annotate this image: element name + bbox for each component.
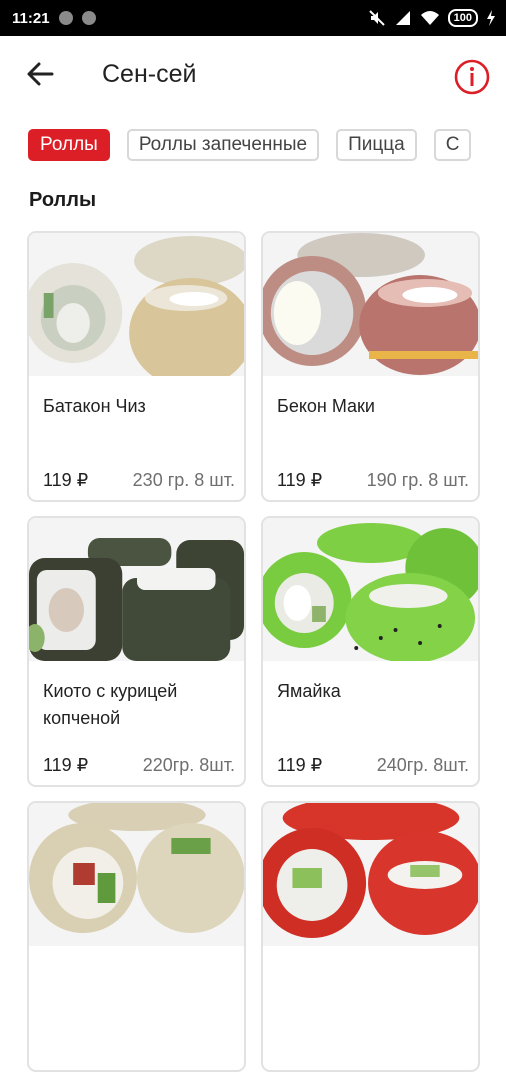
product-weight: 240гр. 8шт. xyxy=(376,755,469,775)
product-name: Киото с курицей копченой xyxy=(43,681,178,728)
category-tabs: Роллы Роллы запеченные Пицца С xyxy=(28,129,506,161)
notification-icon xyxy=(58,11,73,25)
product-weight: 230 гр. 8 шт. xyxy=(132,470,235,490)
info-icon[interactable] xyxy=(453,58,491,96)
product-card[interactable]: Ямайка 119 ₽ 240гр. 8шт. xyxy=(261,516,480,787)
status-bar: 11:21 100 xyxy=(0,0,506,36)
page-title: Сен-сей xyxy=(102,60,197,88)
product-name: Ямайка xyxy=(277,681,341,701)
product-price: 119 ₽ xyxy=(43,470,89,490)
mute-icon xyxy=(368,10,385,26)
back-arrow-icon[interactable] xyxy=(24,58,56,90)
tab-rolls[interactable]: Роллы xyxy=(28,129,110,161)
product-image xyxy=(263,803,478,946)
product-image xyxy=(263,518,478,661)
product-image xyxy=(29,803,244,946)
battery-indicator: 100 xyxy=(447,9,478,27)
status-right: 100 xyxy=(368,9,496,27)
charging-icon xyxy=(487,10,495,26)
status-time: 11:21 xyxy=(12,9,50,27)
signal-icon xyxy=(395,11,410,25)
product-price: 119 ₽ xyxy=(43,755,89,775)
product-card[interactable] xyxy=(27,801,246,1072)
tab-baked-rolls[interactable]: Роллы запеченные xyxy=(126,129,320,161)
product-card[interactable]: Бекон Маки 119 ₽ 190 гр. 8 шт. xyxy=(261,231,480,502)
product-price: 119 ₽ xyxy=(277,755,323,775)
notification-icon-2 xyxy=(81,11,96,25)
product-name: Батакон Чиз xyxy=(43,396,146,416)
status-left: 11:21 xyxy=(12,10,96,27)
tab-next[interactable]: С xyxy=(433,129,472,161)
product-weight: 220гр. 8шт. xyxy=(142,755,235,775)
product-image xyxy=(29,518,244,661)
product-card[interactable]: Киото с курицей копченой 119 ₽ 220гр. 8ш… xyxy=(27,516,246,787)
product-card[interactable]: Батакон Чиз 119 ₽ 230 гр. 8 шт. xyxy=(27,231,246,502)
product-image xyxy=(263,233,478,376)
product-image xyxy=(29,233,244,376)
section-title: Роллы xyxy=(29,189,97,211)
tab-pizza[interactable]: Пицца xyxy=(336,129,417,161)
product-price: 119 ₽ xyxy=(277,470,323,490)
app-bar: Сен-сей xyxy=(0,36,506,116)
wifi-icon xyxy=(420,11,439,25)
product-name: Бекон Маки xyxy=(277,396,375,416)
product-card[interactable] xyxy=(261,801,480,1072)
product-weight: 190 гр. 8 шт. xyxy=(366,470,469,490)
